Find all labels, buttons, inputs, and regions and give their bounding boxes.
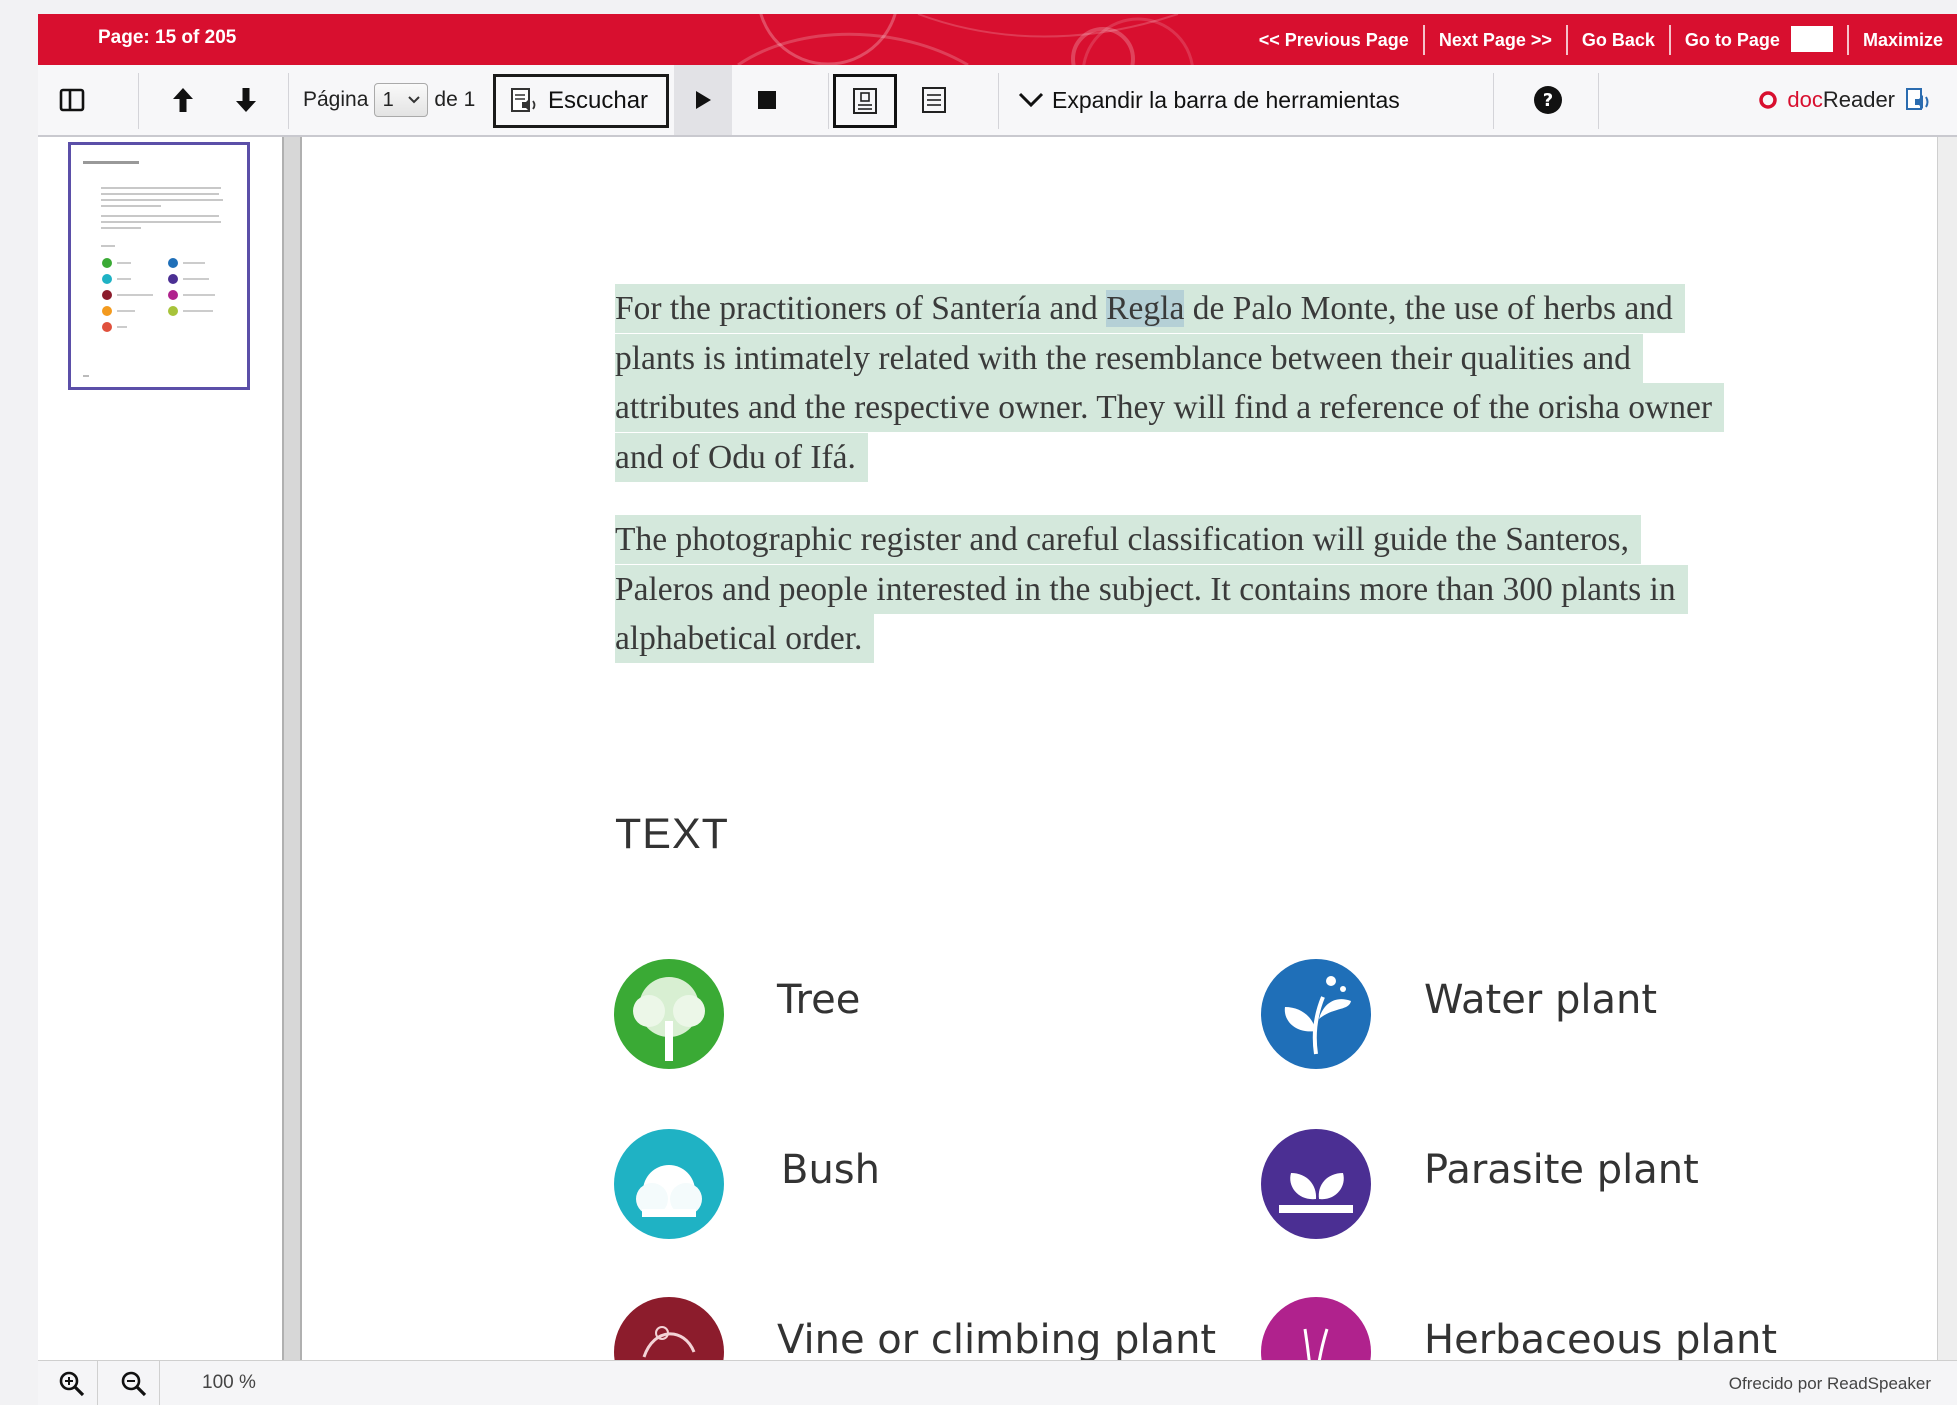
zoom-level: 100 % [202,1372,256,1393]
paragraph-2: The photographic register and careful cl… [615,515,1735,664]
document-view: For the practitioners of Santería and Re… [302,137,1936,1360]
reader-toolbar: Página 1 de 1 Escuchar Expandir la barra… [38,65,1957,137]
go-to-page-control[interactable]: Go to Page [1671,24,1849,55]
legend-label-vine: Vine or climbing plant [777,1317,1217,1360]
highlighted-line: Paleros and people interested in the sub… [615,564,1688,614]
play-button[interactable] [674,65,732,135]
toggle-sidebar-button[interactable] [46,65,98,135]
page-selector: Página 1 de 1 [303,83,475,117]
listen-label: Escuchar [548,87,649,114]
current-word: Regla [1106,290,1185,327]
stop-button[interactable] [738,65,796,135]
highlighted-line: and of Odu of Ifá. [615,432,868,482]
page-nav-links: << Previous Page Next Page >> Go Back Go… [1245,14,1957,65]
go-back-link[interactable]: Go Back [1568,24,1671,55]
docreader-window: Page: 15 of 205 << Previous Page Next Pa… [38,14,1957,1405]
legend-label-tree: Tree [777,977,861,1023]
reading-mode-button[interactable] [833,74,897,128]
highlighted-line: The photographic register and careful cl… [615,515,1641,564]
zoom-in-button[interactable] [46,1361,98,1405]
page-total: de 1 [434,88,476,111]
text-mode-button[interactable] [908,65,960,135]
expand-toolbar-button[interactable]: Expandir la barra de herramientas [1018,65,1400,135]
page-thumbnail-preview [83,161,223,377]
legend-label-water-plant: Water plant [1424,977,1658,1023]
speaker-logo-icon [1906,88,1929,110]
play-icon [696,91,711,109]
listen-button[interactable]: Escuchar [493,74,669,128]
bush-icon [614,1129,724,1239]
reading-mode-icon [853,88,877,114]
bottom-bar: 100 % Ofrecido por ReadSpeaker [38,1360,1957,1405]
vine-icon [614,1297,724,1360]
sidebar-toggle-icon [59,88,85,112]
page-thumbnail[interactable] [68,142,250,390]
legend-label-herbaceous-plant: Herbaceous plant [1424,1317,1778,1360]
arrow-down-icon [236,88,256,112]
parasite-plant-icon [1261,1129,1371,1239]
highlighted-line: attributes and the respective owner. The… [615,383,1725,432]
help-button[interactable]: ? [1523,65,1573,135]
next-page-button[interactable] [221,65,271,135]
page-select-value: 1 [382,88,394,111]
next-page-link[interactable]: Next Page >> [1425,24,1568,55]
page-label: Página [303,88,369,111]
highlighted-line: alphabetical order. [615,614,875,663]
sidebar-divider[interactable] [282,137,302,1360]
zoom-out-button[interactable] [108,1361,160,1405]
previous-page-link[interactable]: << Previous Page [1245,24,1425,55]
vertical-scrollbar[interactable] [1937,137,1957,1360]
svg-text:?: ? [1543,90,1553,111]
tree-icon [614,959,724,1069]
page-counter: Page: 15 of 205 [98,27,237,48]
text-mode-icon [922,87,946,113]
chevron-down-icon [408,96,420,104]
help-icon: ? [1534,86,1562,114]
highlighted-line: For the practitioners of Santería and Re… [615,284,1685,333]
brand-logo: docReader [1787,87,1895,112]
stop-icon [758,91,776,109]
maximize-link[interactable]: Maximize [1849,25,1957,55]
page-navigation-bar: Page: 15 of 205 << Previous Page Next Pa… [38,14,1957,65]
expand-toolbar-label: Expandir la barra de herramientas [1052,86,1400,113]
docreader-brand: docReader [1759,65,1931,135]
go-to-page-label: Go to Page [1684,29,1780,50]
page-select[interactable]: 1 [374,83,429,117]
legend-label-parasite-plant: Parasite plant [1424,1147,1699,1193]
chevron-down-icon [1018,92,1044,108]
zoom-out-icon [121,1371,146,1396]
arrow-up-icon [173,88,193,112]
readspeaker-credit[interactable]: Ofrecido por ReadSpeaker [1729,1374,1931,1394]
water-plant-icon [1261,959,1371,1069]
legend-label-bush: Bush [781,1147,880,1193]
herbaceous-plant-icon [1261,1297,1371,1360]
go-to-page-input[interactable] [1790,26,1833,53]
speaker-document-icon [511,88,536,112]
highlighted-line: plants is intimately related with the re… [615,333,1643,383]
previous-page-button[interactable] [158,65,208,135]
section-heading: TEXT [615,810,729,858]
zoom-in-icon [59,1371,84,1396]
paragraph-1: For the practitioners of Santería and Re… [615,284,1735,482]
close-reader-icon[interactable] [1759,91,1778,109]
